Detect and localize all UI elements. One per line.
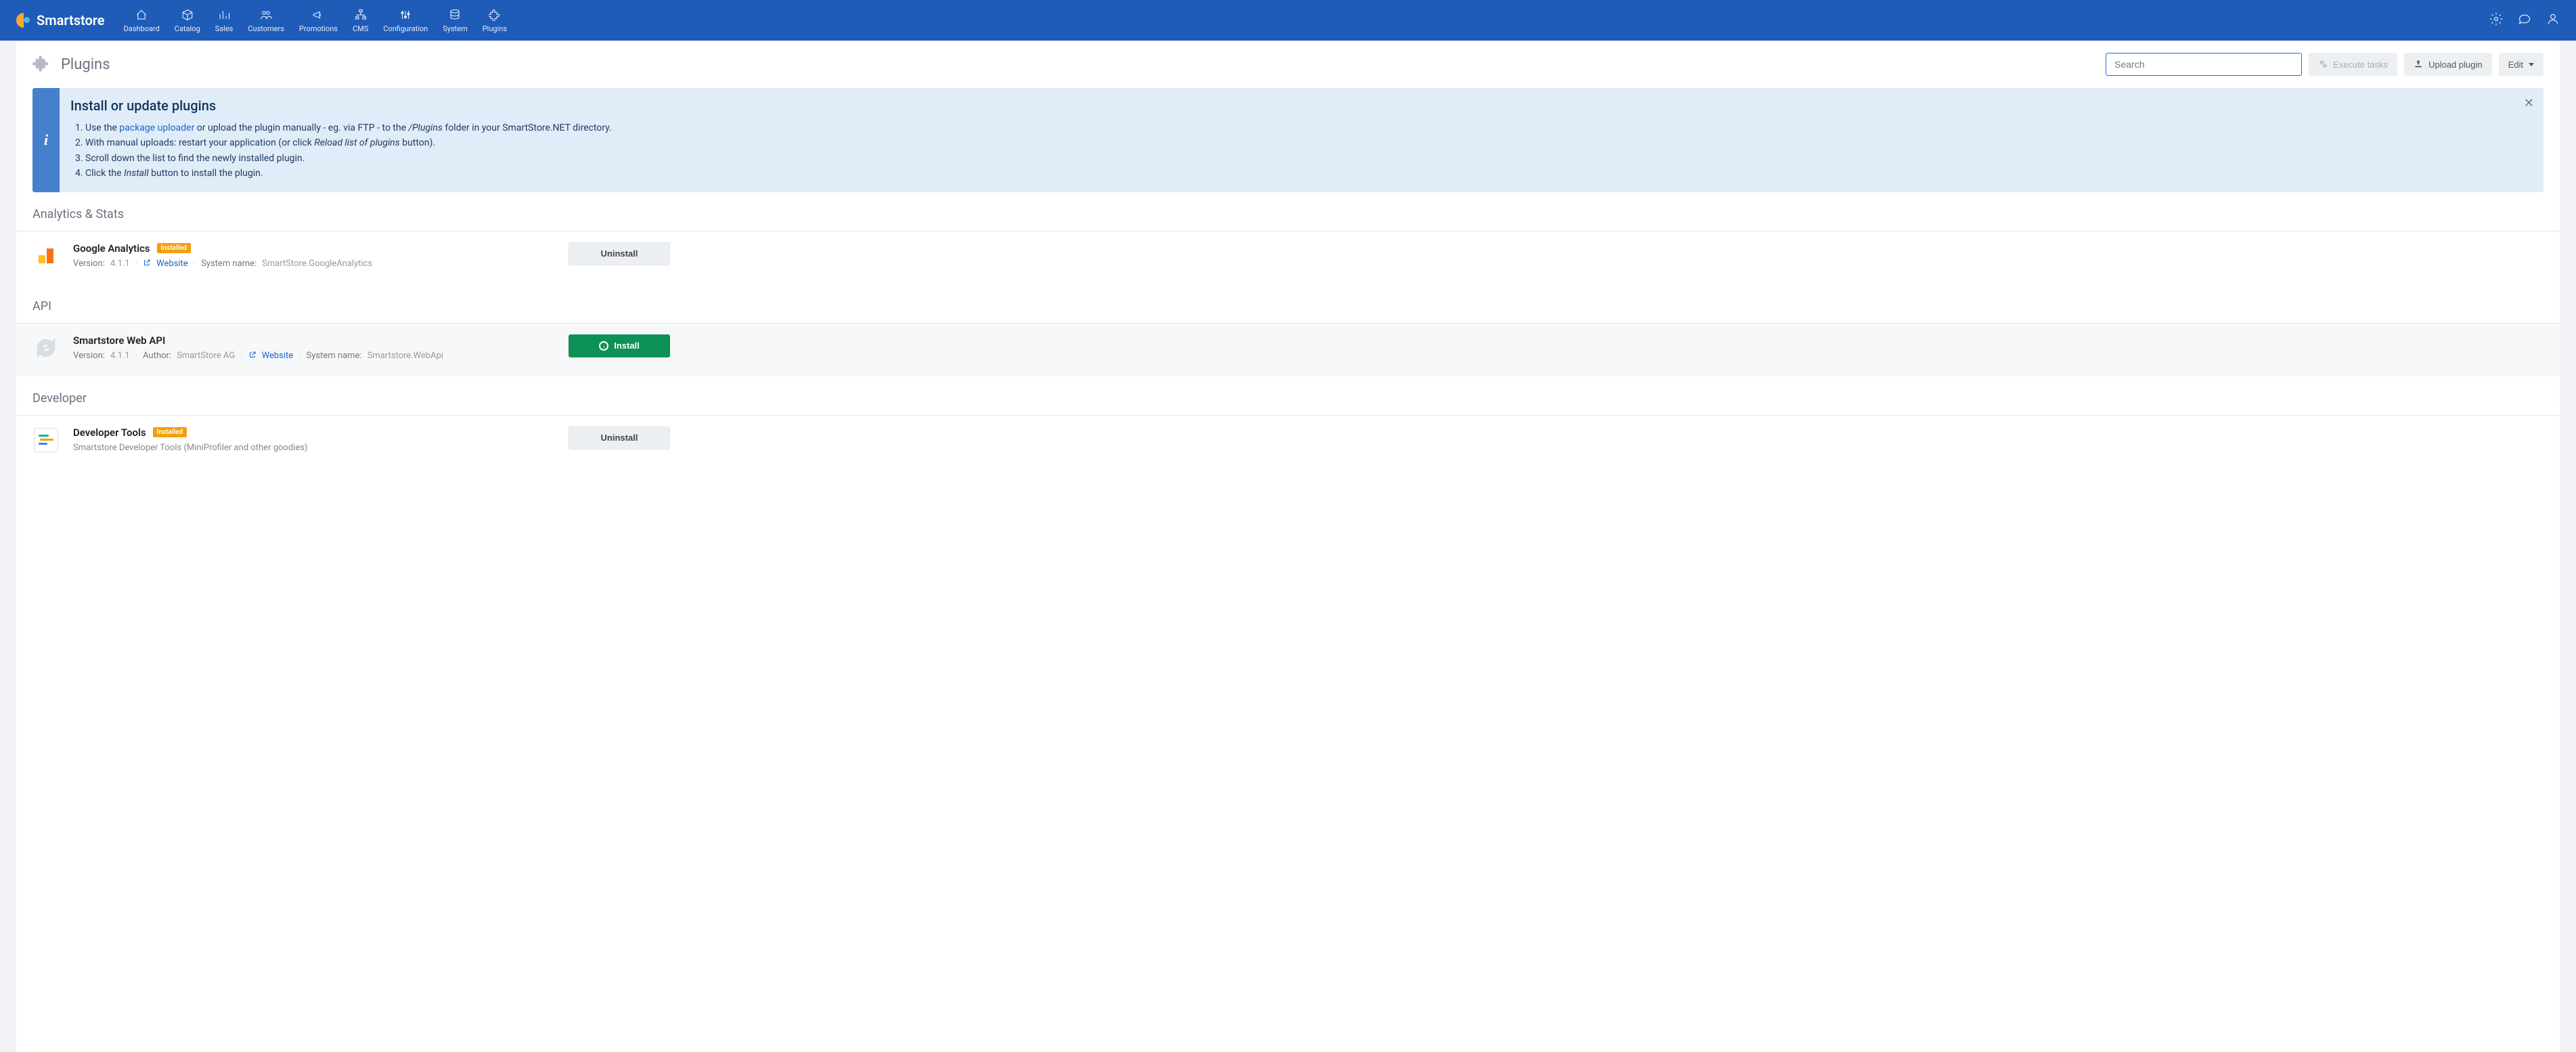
info-alert: i Install or update plugins Use the pack… — [32, 88, 2544, 192]
section-title-developer: Developer — [16, 376, 2560, 415]
nav-right — [2489, 12, 2560, 29]
nav-label: System — [443, 24, 468, 33]
chat-icon[interactable] — [2518, 12, 2531, 29]
home-icon — [135, 8, 148, 22]
install-button[interactable]: ↓ Install — [569, 334, 670, 357]
database-icon — [449, 8, 461, 22]
page-content: Plugins Execute tasks Upload plugin Edit — [16, 41, 2560, 1052]
author-label: Author: — [143, 351, 171, 361]
alert-step: Click the Install button to install the … — [85, 166, 2516, 181]
button-label: Upload plugin — [2428, 60, 2483, 70]
gears-icon — [2318, 59, 2328, 70]
section-title-api: API — [16, 284, 2560, 323]
website-link[interactable]: Website — [156, 259, 188, 269]
alert-step: Use the package uploader or upload the p… — [85, 120, 2516, 135]
google-analytics-icon — [32, 242, 60, 269]
nav-sales[interactable]: Sales — [210, 4, 239, 37]
uninstall-button[interactable]: Uninstall — [569, 242, 670, 265]
top-nav: Smartstore Dashboard Catalog Sales Custo… — [0, 0, 2576, 41]
chevron-down-icon — [2529, 63, 2534, 66]
search-input[interactable] — [2106, 53, 2302, 76]
installed-badge: Installed — [157, 243, 192, 253]
devtools-icon — [32, 426, 60, 454]
website-link[interactable]: Website — [262, 351, 294, 361]
nav-label: Configuration — [383, 24, 428, 33]
page-header: Plugins Execute tasks Upload plugin Edit — [16, 41, 2560, 88]
puzzle-icon — [32, 53, 51, 75]
plugin-name: Google Analytics — [73, 242, 150, 255]
execute-tasks-button[interactable]: Execute tasks — [2309, 53, 2397, 76]
system-name-value: SmartStore.GoogleAnalytics — [262, 259, 372, 269]
nav-promotions[interactable]: Promotions — [294, 4, 343, 37]
user-icon[interactable] — [2546, 12, 2560, 29]
download-icon: ↓ — [599, 341, 608, 351]
main-nav: Dashboard Catalog Sales Customers Promot… — [118, 4, 512, 37]
upload-plugin-button[interactable]: Upload plugin — [2404, 53, 2492, 76]
system-name-label: System name: — [201, 259, 257, 269]
package-uploader-link[interactable]: package uploader — [119, 123, 194, 133]
alert-step: Scroll down the list to find the newly i… — [85, 151, 2516, 166]
system-name-value: Smartstore.WebApi — [368, 351, 444, 361]
plugin-name: Developer Tools — [73, 426, 146, 439]
nav-system[interactable]: System — [437, 4, 473, 37]
brand-logo-icon — [16, 13, 31, 28]
nav-configuration[interactable]: Configuration — [378, 4, 433, 37]
button-label: Edit — [2508, 60, 2523, 70]
megaphone-icon — [312, 8, 324, 22]
plugin-name: Smartstore Web API — [73, 334, 165, 347]
alert-steps: Use the package uploader or upload the p… — [70, 120, 2516, 181]
puzzle-icon — [489, 8, 501, 22]
info-icon: i — [32, 88, 60, 192]
external-link-icon — [143, 259, 151, 269]
plugin-row-webapi: Smartstore Web API Version: 4.1.1 · Auth… — [16, 323, 2560, 376]
nav-label: Customers — [248, 24, 284, 33]
external-link-icon — [248, 351, 257, 361]
uninstall-button[interactable]: Uninstall — [569, 426, 670, 450]
installed-badge: Installed — [153, 427, 187, 437]
section-title-analytics: Analytics & Stats — [16, 192, 2560, 231]
brand-text: Smartstore — [37, 12, 105, 28]
version-label: Version: — [73, 259, 105, 269]
upload-icon — [2414, 59, 2423, 70]
box-icon — [181, 8, 194, 22]
brand[interactable]: Smartstore — [16, 12, 105, 28]
nav-plugins[interactable]: Plugins — [477, 4, 512, 37]
gear-icon[interactable] — [2489, 12, 2503, 29]
users-icon — [260, 8, 272, 22]
version-label: Version: — [73, 351, 105, 361]
nav-label: Dashboard — [124, 24, 160, 33]
page-title: Plugins — [61, 56, 110, 73]
nav-customers[interactable]: Customers — [242, 4, 290, 37]
sitemap-icon — [355, 8, 367, 22]
version-value: 4.1.1 — [110, 351, 130, 361]
sliders-icon — [399, 8, 412, 22]
edit-button[interactable]: Edit — [2499, 53, 2544, 76]
chart-icon — [218, 8, 230, 22]
alert-step: With manual uploads: restart your applic… — [85, 135, 2516, 150]
version-value: 4.1.1 — [110, 259, 130, 269]
refresh-icon — [32, 334, 60, 361]
nav-cms[interactable]: CMS — [347, 4, 374, 37]
button-label: Execute tasks — [2333, 60, 2388, 70]
nav-label: Sales — [215, 24, 234, 33]
button-label: Install — [614, 341, 640, 351]
nav-label: Plugins — [483, 24, 507, 33]
alert-title: Install or update plugins — [70, 97, 2516, 114]
author-value: SmartStore AG — [177, 351, 235, 361]
plugin-description: Smartstore Developer Tools (MiniProfiler… — [73, 443, 547, 453]
nav-label: CMS — [353, 24, 368, 33]
plugin-row-devtools: Developer Tools Installed Smartstore Dev… — [16, 415, 2560, 470]
nav-label: Catalog — [175, 24, 200, 33]
nav-catalog[interactable]: Catalog — [169, 4, 206, 37]
close-icon[interactable]: ✕ — [2524, 96, 2534, 110]
nav-dashboard[interactable]: Dashboard — [118, 4, 165, 37]
system-name-label: System name: — [307, 351, 362, 361]
nav-label: Promotions — [299, 24, 338, 33]
plugin-row-google-analytics: Google Analytics Installed Version: 4.1.… — [16, 231, 2560, 284]
